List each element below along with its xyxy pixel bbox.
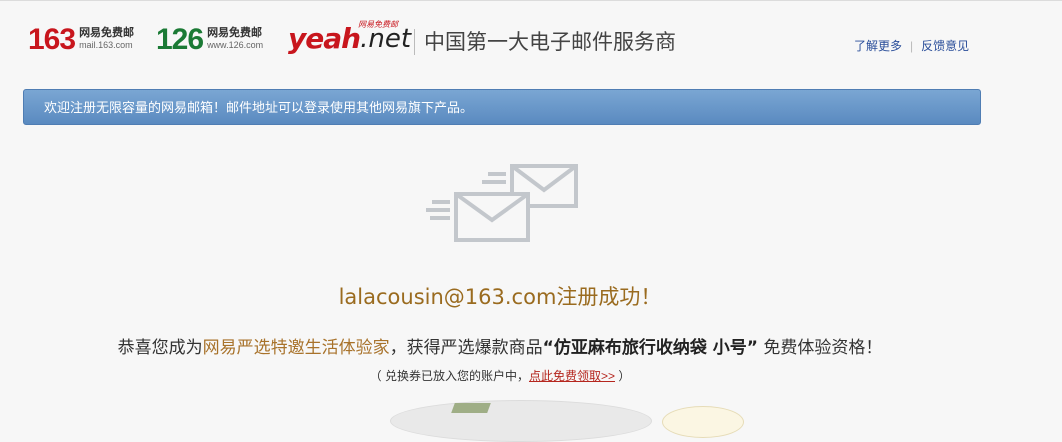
congrats-mid: ，获得严选爆款商品 [389,338,543,358]
header-links: 了解更多 | 反馈意见 [854,37,969,54]
brand-163-name: 网易免费邮 [79,27,135,39]
congrats-product: “仿亚麻布旅行收纳袋 小号” [542,338,758,358]
congrats-message: 恭喜您成为网易严选特邀生活体验家，获得严选爆款商品“仿亚麻布旅行收纳袋 小号” … [0,333,1000,358]
voucher-note: （ 兑换券已放入您的账户中，点此免费领取>> ） [0,367,1000,384]
brand-yeah-tag: 网易免费邮 [358,20,398,29]
brand-163-number: 163 [28,23,76,56]
note-prefix: （ 兑换券已放入您的账户中， [369,369,529,383]
product-image [390,400,652,442]
feedback-link[interactable]: 反馈意见 [921,37,969,54]
brand-126-number: 126 [156,23,204,56]
header-slogan: 中国第一大电子邮件服务商 [424,30,676,54]
congrats-prefix: 恭喜您成为 [117,338,203,358]
welcome-banner: 欢迎注册无限容量的网易邮箱！邮件地址可以登录使用其他网易旗下产品。 [23,89,981,125]
brand-163-logo[interactable]: 163 网易免费邮 mail.163.com [28,23,134,57]
brand-126-name: 网易免费邮 [207,27,263,39]
brand-yeah-word: yeah [288,22,361,55]
brand-126-domain: www.126.com [207,40,264,50]
header-divider [414,29,415,55]
brand-126-logo[interactable]: 126 网易免费邮 www.126.com [156,23,263,57]
congrats-highlight: 网易严选特邀生活体验家 [202,338,390,358]
registration-success-message: lalacousin@163.com注册成功！ [338,285,662,309]
congrats-suffix: 免费体验资格！ [757,338,883,358]
product-image-secondary [662,406,744,438]
link-separator: | [910,38,914,53]
claim-free-link[interactable]: 点此免费领取>> [529,369,615,383]
brand-yeah-logo[interactable]: yeah .net 网易免费邮 [288,19,411,59]
header: 163 网易免费邮 mail.163.com 126 网易免费邮 www.126… [0,0,1062,81]
learn-more-link[interactable]: 了解更多 [854,37,902,54]
brand-163-domain: mail.163.com [79,40,133,50]
mail-sent-icon [426,164,578,242]
note-suffix: ） [615,369,631,383]
